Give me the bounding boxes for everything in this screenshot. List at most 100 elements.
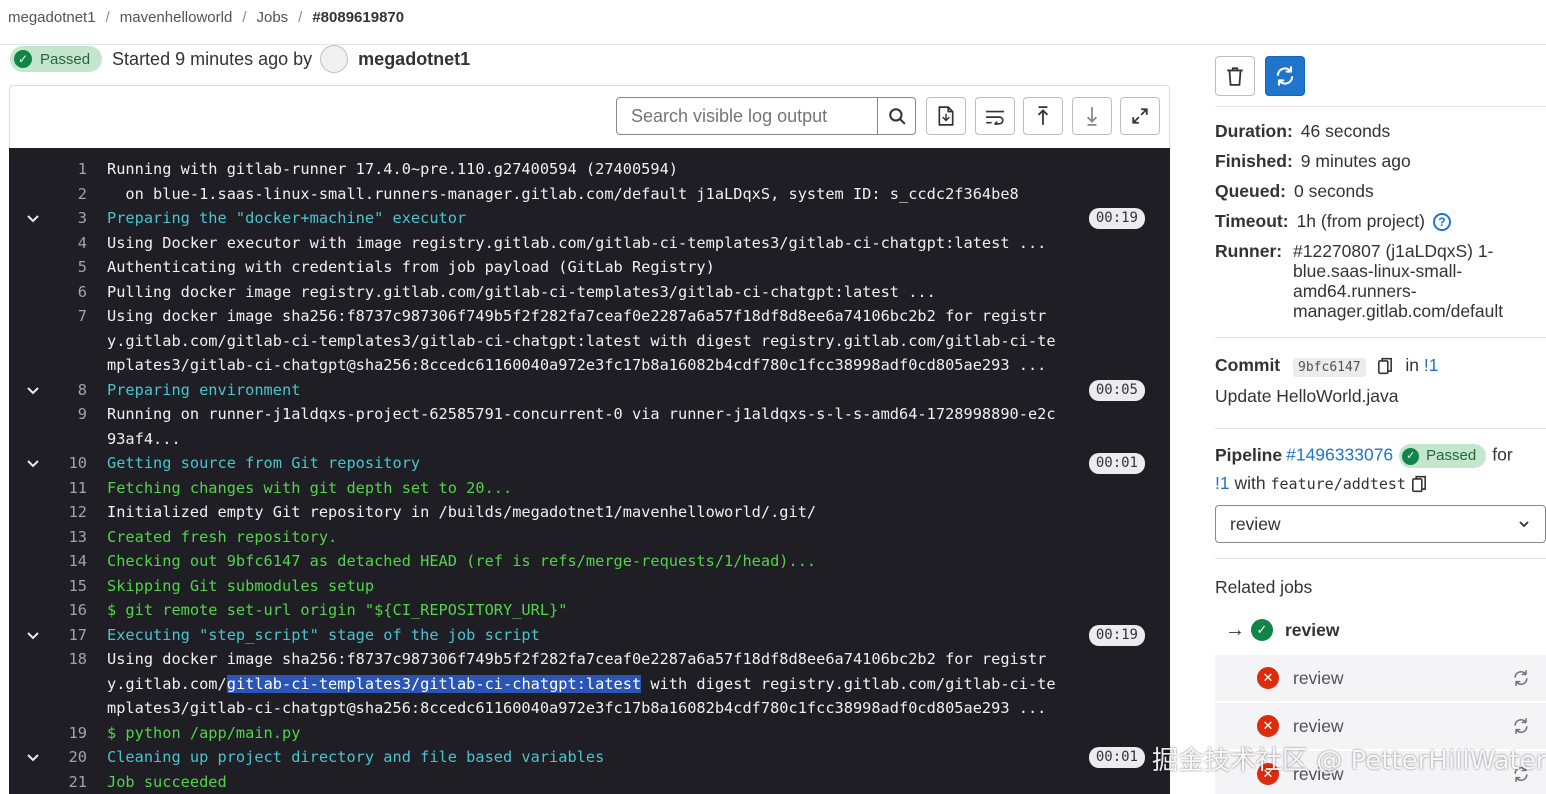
retry-icon[interactable] [1512, 669, 1530, 687]
log-line-text: Preparing environment [107, 378, 300, 403]
log-line-number[interactable]: 8 [9, 378, 87, 403]
log-line-number[interactable]: 7 [9, 304, 87, 329]
arrow-right-icon: → [1225, 618, 1245, 641]
log-line-number[interactable]: 1 [9, 157, 87, 182]
log-line-text: Using docker image sha256:f8737c987306f7… [107, 304, 1046, 329]
log-line-number[interactable]: 11 [9, 476, 87, 501]
log-line-text: Pulling docker image registry.gitlab.com… [107, 280, 936, 305]
runner-row: Runner: #12270807 (j1aLDqxS) 1-blue.saas-… [1215, 241, 1546, 321]
log-text-segment: mplates3/gitlab-ci-chatgpt@sha256:8ccedc… [107, 699, 1047, 717]
log-line-number[interactable]: 9 [9, 402, 87, 427]
related-job-row[interactable]: → ✓ review [1215, 607, 1546, 653]
log-line-text: Cleaning up project directory and file b… [107, 745, 604, 770]
related-jobs-title: Related jobs [1215, 577, 1313, 597]
log-text-segment: Checking out 9bfc6147 as detached HEAD (… [107, 552, 817, 570]
pipeline-with-text: with [1234, 473, 1266, 493]
copy-icon[interactable] [1377, 357, 1393, 375]
log-line: 2 on blue-1.saas-linux-small.runners-man… [9, 182, 1170, 207]
scroll-to-top-button[interactable] [1023, 97, 1063, 135]
breadcrumb-separator: / [105, 8, 110, 26]
log-text-segment: Pulling docker image registry.gitlab.com… [107, 282, 936, 301]
avatar[interactable] [320, 45, 349, 73]
log-text-segment: mplates3/gitlab-ci-chatgpt@sha256:8ccedc… [107, 356, 1047, 374]
log-line-number[interactable]: 16 [9, 598, 87, 623]
log-line-number[interactable]: 20 [9, 745, 87, 770]
related-job-row[interactable]: ✕ review [1215, 655, 1546, 701]
breadcrumb: megadotnet1 / mavenhelloworld / Jobs / #… [8, 6, 404, 28]
log-line-number[interactable]: 4 [9, 231, 87, 256]
log-line-number[interactable]: 15 [9, 574, 87, 599]
related-job-name: review [1285, 619, 1340, 640]
log-search-input[interactable] [617, 98, 877, 134]
log-line: 4 Using Docker executor with image regist… [9, 231, 1170, 256]
download-raw-log-button[interactable] [926, 97, 966, 135]
log-line-number[interactable]: 12 [9, 500, 87, 525]
log-line-number[interactable]: 19 [9, 721, 87, 746]
chevron-down-icon [1519, 521, 1529, 528]
log-text-segment: Authenticating with credentials from job… [107, 258, 715, 276]
commit-mr-link[interactable]: !1 [1424, 355, 1439, 375]
stage-dropdown[interactable]: review [1215, 505, 1546, 543]
help-icon[interactable]: ? [1432, 213, 1451, 232]
watermark: 掘金技术社区 @ PetterHillWater [1152, 746, 1546, 776]
log-line: 11 Fetching changes with git depth set to… [9, 476, 1170, 501]
copy-icon[interactable] [1411, 475, 1427, 493]
log-line-number[interactable]: 5 [9, 255, 87, 280]
pipeline-mr-link[interactable]: !1 [1215, 473, 1230, 493]
log-line-number[interactable]: 10 [9, 451, 87, 476]
log-section-header[interactable]: 10 Getting source from Git repository 00:0… [9, 451, 1170, 476]
log-line-number[interactable]: 18 [9, 647, 87, 672]
log-text-segment: 93af4... [107, 429, 181, 448]
retry-icon[interactable] [1512, 717, 1530, 735]
pipeline-ref-row: !1 with feature/addtest [1215, 473, 1427, 494]
log-section-header[interactable]: 17 Executing "step_script" stage of the j… [9, 623, 1170, 648]
job-status-badge[interactable]: ✓ Passed [10, 46, 103, 72]
breadcrumb-group[interactable]: megadotnet1 [8, 9, 96, 26]
related-job-name: review [1293, 667, 1344, 688]
log-line-number[interactable]: 17 [9, 623, 87, 648]
log-line-text: Preparing the "docker+machine" executor [107, 206, 466, 231]
log-search-button[interactable] [877, 98, 915, 134]
wrap-icon [986, 110, 1004, 125]
log-line-number[interactable]: 3 [9, 206, 87, 231]
retry-job-button[interactable] [1265, 56, 1305, 96]
log-line-number[interactable]: 13 [9, 525, 87, 550]
log-section-header[interactable]: 20 Cleaning up project directory and file… [9, 745, 1170, 770]
pipeline-status-badge[interactable]: ✓ Passed [1399, 444, 1487, 468]
log-search [616, 97, 916, 135]
erase-log-button[interactable] [1215, 56, 1255, 96]
job-user-link[interactable]: megadotnet1 [358, 49, 470, 70]
log-text-segment: Initialized empty Git repository in /bui… [107, 503, 817, 521]
log-line-number[interactable]: 14 [9, 549, 87, 574]
log-line-text: 93af4... [107, 427, 181, 452]
breadcrumb-jobs[interactable]: Jobs [256, 9, 288, 26]
log-line-text: Initialized empty Git repository in /bui… [107, 500, 816, 525]
runner-value: #12270807 (j1aLDqxS) 1-blue.saas-linux-s… [1293, 241, 1504, 321]
log-line-text: y.gitlab.com/gitlab-ci-templates3/gitlab… [107, 672, 1056, 697]
log-line: 12 Initialized empty Git repository in /b… [9, 500, 1170, 525]
log-text-segment: Preparing environment [107, 380, 301, 399]
breadcrumb-project[interactable]: mavenhelloworld [120, 9, 233, 26]
log-line-text: on blue-1.saas-linux-small.runners-manag… [107, 182, 1019, 207]
log-line-number[interactable]: 2 [9, 182, 87, 207]
search-icon [888, 108, 905, 125]
log-line: 15 Skipping Git submodules setup [9, 574, 1170, 599]
log-text-segment: with digest registry.gitlab.com/gitlab-c… [641, 674, 1056, 693]
log-text-segment: Created fresh repository. [107, 527, 338, 546]
log-line-text: Executing "step_script" stage of the job… [107, 623, 540, 648]
breadcrumb-job-id[interactable]: #8089619870 [312, 9, 404, 26]
wrap-lines-button[interactable] [975, 97, 1015, 135]
log-section-header[interactable]: 8 Preparing environment 00:05 [9, 378, 1170, 403]
duration-value: 46 seconds [1300, 121, 1391, 141]
fullscreen-button[interactable] [1120, 97, 1160, 135]
log-section-header[interactable]: 3 Preparing the "docker+machine" executor… [9, 206, 1170, 231]
commit-sha-link[interactable]: 9bfc6147 [1293, 358, 1366, 377]
sidebar-divider [1215, 428, 1546, 429]
section-duration-badge: 00:05 [1088, 379, 1145, 401]
log-text-segment: on blue-1.saas-linux-small.runners-manag… [107, 184, 1019, 203]
scroll-to-bottom-button[interactable] [1072, 97, 1112, 135]
pipeline-branch[interactable]: feature/addtest [1270, 475, 1405, 493]
log-line-number[interactable]: 6 [9, 280, 87, 305]
pipeline-link[interactable]: #1496333076 [1286, 445, 1393, 465]
log-line-number[interactable]: 21 [9, 770, 87, 794]
